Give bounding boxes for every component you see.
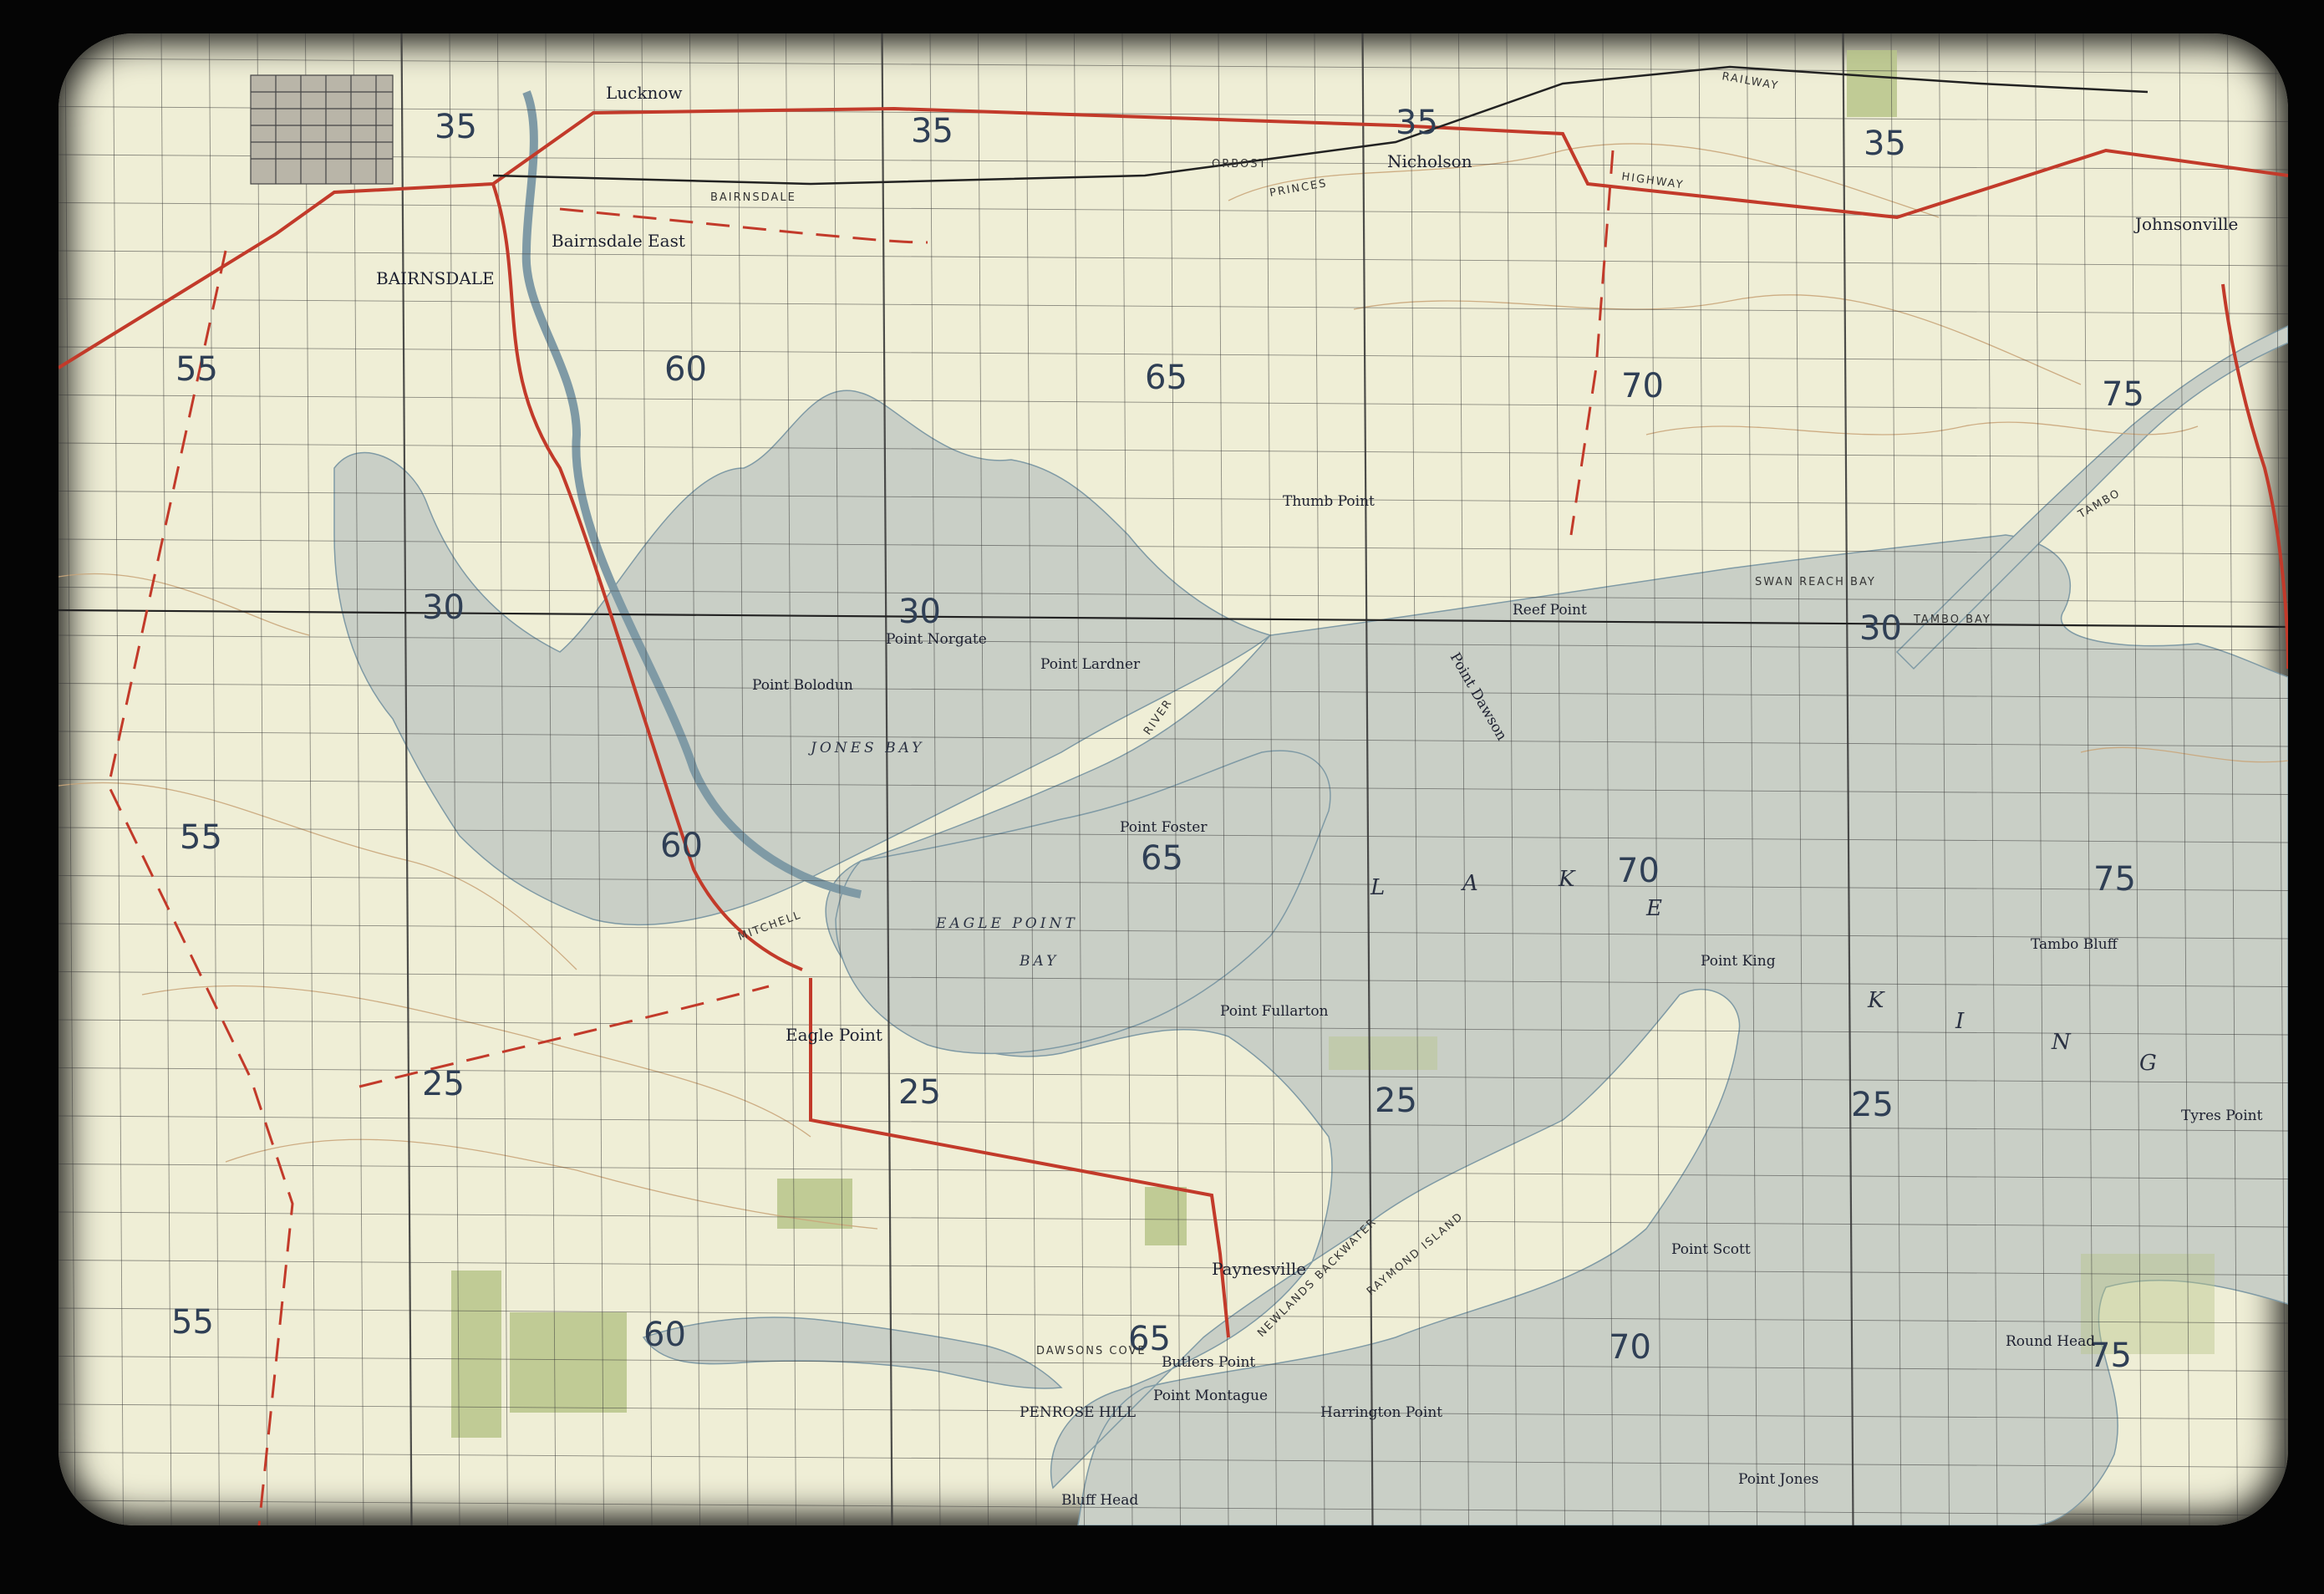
place-point-fullarton: Point Fullarton: [1220, 1003, 1329, 1020]
grid-label: 60: [664, 350, 707, 389]
grid-line-vertical: [113, 33, 124, 1525]
lake-letter: K: [1558, 867, 1576, 892]
place-bluff-head: Bluff Head: [1061, 1492, 1138, 1509]
lake-letter: I: [1955, 1009, 1965, 1034]
place-bairnsdale-east: Bairnsdale East: [552, 231, 685, 251]
place-paynesville: Paynesville: [1212, 1259, 1306, 1279]
grid-line-horizontal: [58, 298, 2288, 314]
grid-label: 30: [1859, 609, 1902, 648]
place-tambo-bluff: Tambo Bluff: [2031, 936, 2119, 953]
grid-line-horizontal: [58, 395, 2288, 410]
grid-label: 65: [1141, 839, 1183, 878]
place-lucknow: Lucknow: [606, 83, 683, 103]
contour-line: [1645, 421, 2199, 435]
veg-patch: [510, 1312, 627, 1413]
grid-label: 35: [1396, 104, 1438, 142]
label-bairnsdale-rail: BAIRNSDALE: [710, 191, 796, 204]
place-johnsonville: Johnsonville: [2133, 214, 2238, 234]
grid-label: 75: [2089, 1337, 2132, 1375]
contour-line: [1228, 143, 1940, 218]
label-jones-bay: JONES BAY: [808, 740, 924, 756]
grid-line-horizontal: [58, 58, 2288, 74]
label-eagle-point-bay: EAGLE POINT: [935, 915, 1078, 932]
grid-line-vertical: [353, 33, 364, 1525]
label-mitchell: MITCHELL: [736, 909, 803, 943]
place-point-scott: Point Scott: [1671, 1241, 1751, 1258]
grid-label: 30: [422, 588, 465, 627]
grid-label: 35: [1864, 125, 1906, 163]
topographic-map: 35 35 35 35 55 60 65 70 75 30 30 30 55 6…: [58, 33, 2288, 1525]
grid-line-vertical: [257, 33, 268, 1525]
grid-label: 30: [898, 593, 941, 631]
contour-line: [58, 573, 310, 636]
grid-label: 55: [175, 350, 218, 389]
label-orbost: ORBOST: [1212, 158, 1267, 171]
place-point-king: Point King: [1701, 953, 1776, 970]
grid-line-vertical: [305, 33, 316, 1525]
grid-label: 25: [1375, 1082, 1417, 1120]
label-swan-reach-bay: SWAN REACH BAY: [1755, 576, 1876, 588]
place-dawsons-cove: DAWSONS COVE: [1036, 1345, 1147, 1357]
place-point-foster: Point Foster: [1120, 819, 1208, 836]
grid-label: 65: [1145, 359, 1187, 397]
grid-label: 25: [422, 1065, 465, 1103]
bairnsdale-town-block: [250, 74, 394, 185]
grid-label: 35: [911, 112, 954, 150]
grid-label: 70: [1617, 852, 1660, 890]
slide-frame: 35 35 35 35 55 60 65 70 75 30 30 30 55 6…: [0, 0, 2324, 1594]
place-nicholson: Nicholson: [1387, 151, 1472, 171]
grid-label: 60: [660, 827, 703, 865]
place-eagle-point: Eagle Point: [786, 1025, 882, 1045]
lake-letter: L: [1370, 875, 1385, 900]
grid-label: 55: [171, 1303, 214, 1342]
map-slide: 35 35 35 35 55 60 65 70 75 30 30 30 55 6…: [58, 33, 2288, 1525]
grid-label: 60: [643, 1316, 686, 1354]
place-tyres-point: Tyres Point: [2181, 1108, 2263, 1124]
veg-patch: [1145, 1187, 1187, 1245]
place-point-montague: Point Montague: [1153, 1388, 1268, 1404]
place-harrington-point: Harrington Point: [1320, 1404, 1442, 1421]
grid-line-vertical: [209, 33, 220, 1525]
label-tambo-bay: TAMBO BAY: [1913, 614, 1991, 626]
label-railway: RAILWAY: [1721, 70, 1780, 93]
place-round-head: Round Head: [2006, 1333, 2095, 1350]
place-thumb-point: Thumb Point: [1283, 493, 1375, 510]
grid-label: 70: [1609, 1328, 1651, 1367]
place-bairnsdale: BAIRNSDALE: [376, 268, 495, 288]
place-penrose-hill: PENROSE HILL: [1020, 1404, 1136, 1421]
dashed-track: [1569, 150, 1615, 536]
lake-letter: N: [2051, 1030, 2072, 1055]
label-princes: PRINCES: [1269, 177, 1329, 200]
grid-label: 35: [435, 108, 477, 146]
grid-label: 75: [2093, 860, 2136, 899]
veg-patch: [1329, 1036, 1437, 1070]
place-point-bolodun: Point Bolodun: [752, 677, 853, 694]
grid-label: 70: [1621, 367, 1664, 405]
place-reef-point: Reef Point: [1513, 602, 1587, 619]
lake-letter: E: [1645, 896, 1662, 921]
grid-line-horizontal: [58, 202, 2288, 218]
label-eagle-point-bay-2: BAY: [1019, 953, 1059, 970]
lake-letter: A: [1461, 871, 1478, 896]
lake-letter: G: [2139, 1051, 2157, 1076]
veg-patch: [1847, 50, 1897, 117]
road-labels: PRINCES HIGHWAY ORBOST BAIRNSDALE RAILWA…: [710, 70, 1780, 204]
grid-label: 55: [180, 818, 222, 857]
place-point-jones: Point Jones: [1738, 1471, 1818, 1488]
grid-line-horizontal: [58, 250, 2288, 267]
place-butlers-point: Butlers Point: [1162, 1354, 1255, 1371]
grid-label: 25: [898, 1073, 941, 1112]
grid-line-vertical: [160, 33, 172, 1525]
grid-label: 25: [1851, 1086, 1894, 1124]
lake-letter: K: [1867, 988, 1885, 1013]
grid-line-vertical: [400, 33, 413, 1525]
newlands-backwater-water: [642, 1316, 1063, 1389]
place-point-norgate: Point Norgate: [886, 631, 987, 648]
grid-label: 75: [2102, 375, 2144, 414]
label-raymond-island: RAYMOND ISLAND: [1365, 1210, 1466, 1298]
place-point-lardner: Point Lardner: [1040, 656, 1141, 673]
